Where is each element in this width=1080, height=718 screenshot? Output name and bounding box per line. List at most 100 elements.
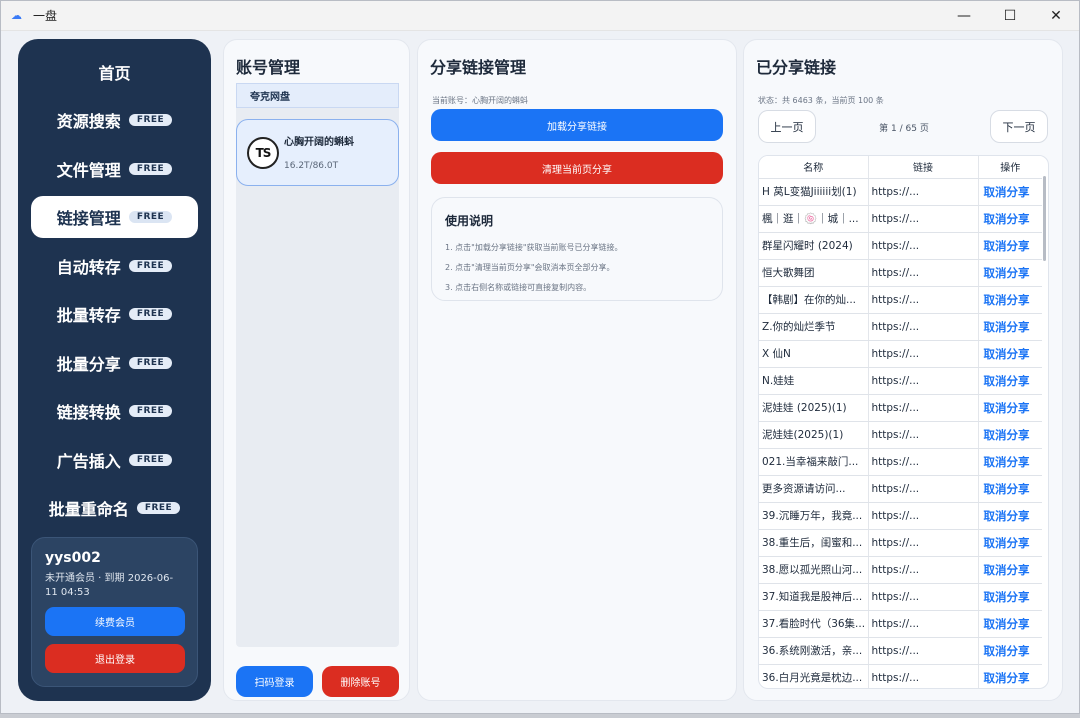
table-row: 泥娃娃(2025)(1) https://... 取消分享 [759, 421, 1042, 449]
share-link-cell[interactable]: https://... [868, 178, 979, 206]
share-link-cell[interactable]: https://... [868, 637, 979, 665]
sidebar-item-resource-search[interactable]: 资源搜索 FREE [31, 99, 198, 141]
renew-membership-button[interactable]: 续费会员 [45, 607, 185, 636]
share-link-cell[interactable]: https://... [868, 367, 979, 395]
links-panel-title: 已分享链接 [756, 58, 837, 77]
sidebar-item-batch-share[interactable]: 批量分享 FREE [31, 342, 198, 384]
cancel-share-button[interactable]: 取消分享 [978, 394, 1042, 422]
cancel-share-button[interactable]: 取消分享 [978, 664, 1042, 688]
cancel-share-button[interactable]: 取消分享 [978, 502, 1042, 530]
share-link-cell[interactable]: https://... [868, 529, 979, 557]
share-name-cell[interactable]: 38.愿以孤光照山河... [759, 556, 869, 584]
delete-account-button[interactable]: 删除账号 [322, 666, 399, 697]
share-name-cell[interactable]: H 莴L变猫Jiiiiii划(1) [759, 178, 869, 206]
share-name-cell[interactable]: 泥娃娃(2025)(1) [759, 421, 869, 449]
cancel-share-button[interactable]: 取消分享 [978, 529, 1042, 557]
share-name-cell[interactable]: 【韩剧】在你的灿... [759, 286, 869, 314]
cancel-share-button[interactable]: 取消分享 [978, 367, 1042, 395]
free-badge: FREE [128, 163, 173, 175]
sidebar-item-label: 链接管理 [56, 209, 121, 228]
share-link-cell[interactable]: https://... [868, 313, 979, 341]
sidebar-item-home[interactable]: 首页 [31, 51, 198, 93]
share-link-cell[interactable]: https://... [868, 475, 979, 503]
cancel-share-button[interactable]: 取消分享 [978, 556, 1042, 584]
share-name-cell[interactable]: 恒大歌舞团 [759, 259, 869, 287]
cancel-share-button[interactable]: 取消分享 [978, 178, 1042, 206]
usage-instructions: 使用说明 1. 点击"加载分享链接"获取当前账号已分享链接。 2. 点击"清理当… [431, 197, 723, 301]
shared-links-table: 名称 链接 操作 H 莴L变猫Jiiiiii划(1) https://... 取消分… [758, 155, 1049, 689]
share-name-cell[interactable]: 更多资源请访问... [759, 475, 869, 503]
shared-links-panel: 已分享链接 状态：共 6463 条，当前页 100 条 上一页 第 1 / 65… [743, 39, 1063, 701]
share-name-cell[interactable]: Z.你的灿烂季节 [759, 313, 869, 341]
share-link-cell[interactable]: https://... [868, 664, 979, 688]
share-link-cell[interactable]: https://... [868, 286, 979, 314]
account-card[interactable]: TS 心胸开阔的蝌蚪 16.2T/86.0T [236, 119, 399, 186]
sidebar-item-auto-save[interactable]: 自动转存 FREE [31, 245, 198, 287]
share-name-cell[interactable]: 群星闪耀时 (2024) [759, 232, 869, 260]
share-name-cell[interactable]: 37.看脸时代（36集... [759, 610, 869, 638]
share-link-cell[interactable]: https://... [868, 394, 979, 422]
sidebar-item-file-management[interactable]: 文件管理 FREE [31, 148, 198, 190]
tab-quark-drive[interactable]: 夸克网盘 [236, 83, 399, 108]
share-link-cell[interactable]: https://... [868, 340, 979, 368]
sidebar-item-batch-rename[interactable]: 批量重命名 FREE [31, 487, 198, 529]
cancel-share-button[interactable]: 取消分享 [978, 286, 1042, 314]
column-header-name: 名称 [759, 156, 869, 179]
logout-button[interactable]: 退出登录 [45, 644, 185, 673]
share-name-cell[interactable]: 楓｜逛｜🍥｜城｜... [759, 205, 869, 233]
share-name-cell[interactable]: X 仙N [759, 340, 869, 368]
main-content: 首页 资源搜索 FREE 文件管理 FREE 链接管理 FREE 自动转存 FR… [1, 31, 1079, 713]
table-scrollbar[interactable] [1043, 176, 1046, 261]
table-row: 楓｜逛｜🍥｜城｜... https://... 取消分享 [759, 205, 1042, 233]
share-link-cell[interactable]: https://... [868, 556, 979, 584]
scan-login-button[interactable]: 扫码登录 [236, 666, 313, 697]
sidebar-item-label: 文件管理 [56, 161, 121, 180]
cancel-share-button[interactable]: 取消分享 [978, 583, 1042, 611]
share-link-cell[interactable]: https://... [868, 610, 979, 638]
cancel-share-button[interactable]: 取消分享 [978, 232, 1042, 260]
share-name-cell[interactable]: 021.当幸福来敲门... [759, 448, 869, 476]
share-name-cell[interactable]: 泥娃娃 (2025)(1) [759, 394, 869, 422]
cancel-share-button[interactable]: 取消分享 [978, 475, 1042, 503]
table-row: N.娃娃 https://... 取消分享 [759, 367, 1042, 395]
share-name-cell[interactable]: 38.重生后，闺蜜和... [759, 529, 869, 557]
share-name-cell[interactable]: N.娃娃 [759, 367, 869, 395]
table-row: 泥娃娃 (2025)(1) https://... 取消分享 [759, 394, 1042, 422]
table-row: 38.愿以孤光照山河... https://... 取消分享 [759, 556, 1042, 584]
share-name-cell[interactable]: 37.知道我是股神后... [759, 583, 869, 611]
next-page-button[interactable]: 下一页 [990, 110, 1048, 143]
sidebar-item-link-convert[interactable]: 链接转换 FREE [31, 390, 198, 432]
share-link-cell[interactable]: https://... [868, 205, 979, 233]
table-row: 37.看脸时代（36集... https://... 取消分享 [759, 610, 1042, 638]
clear-page-shares-button[interactable]: 清理当前页分享 [431, 152, 723, 184]
usage-line: 3. 点击右侧名称或链接可直接复制内容。 [445, 283, 592, 292]
table-row: 38.重生后，闺蜜和... https://... 取消分享 [759, 529, 1042, 557]
cancel-share-button[interactable]: 取消分享 [978, 448, 1042, 476]
user-card: yys002 未开通会员 · 到期 2026-06-11 04:53 续费会员 … [31, 537, 198, 687]
cloud-icon: ☁ [11, 8, 22, 22]
table-row: 36.系统刚激活，亲... https://... 取消分享 [759, 637, 1042, 665]
share-link-cell[interactable]: https://... [868, 502, 979, 530]
share-link-cell[interactable]: https://... [868, 259, 979, 287]
cancel-share-button[interactable]: 取消分享 [978, 637, 1042, 665]
close-button[interactable]: ✕ [1033, 1, 1079, 31]
cancel-share-button[interactable]: 取消分享 [978, 313, 1042, 341]
share-name-cell[interactable]: 36.白月光竟是枕边... [759, 664, 869, 688]
sidebar-item-link-management[interactable]: 链接管理 FREE [31, 196, 198, 238]
cancel-share-button[interactable]: 取消分享 [978, 340, 1042, 368]
cancel-share-button[interactable]: 取消分享 [978, 421, 1042, 449]
cancel-share-button[interactable]: 取消分享 [978, 259, 1042, 287]
sidebar-item-batch-save[interactable]: 批量转存 FREE [31, 293, 198, 335]
cancel-share-button[interactable]: 取消分享 [978, 205, 1042, 233]
sidebar-item-ad-insert[interactable]: 广告插入 FREE [31, 439, 198, 481]
share-name-cell[interactable]: 39.沉睡万年，我竟... [759, 502, 869, 530]
load-share-links-button[interactable]: 加载分享链接 [431, 109, 723, 141]
minimize-button[interactable]: — [941, 1, 987, 31]
maximize-button[interactable]: ☐ [987, 1, 1033, 31]
share-link-cell[interactable]: https://... [868, 421, 979, 449]
share-name-cell[interactable]: 36.系统刚激活，亲... [759, 637, 869, 665]
share-link-cell[interactable]: https://... [868, 232, 979, 260]
share-link-cell[interactable]: https://... [868, 583, 979, 611]
cancel-share-button[interactable]: 取消分享 [978, 610, 1042, 638]
share-link-cell[interactable]: https://... [868, 448, 979, 476]
